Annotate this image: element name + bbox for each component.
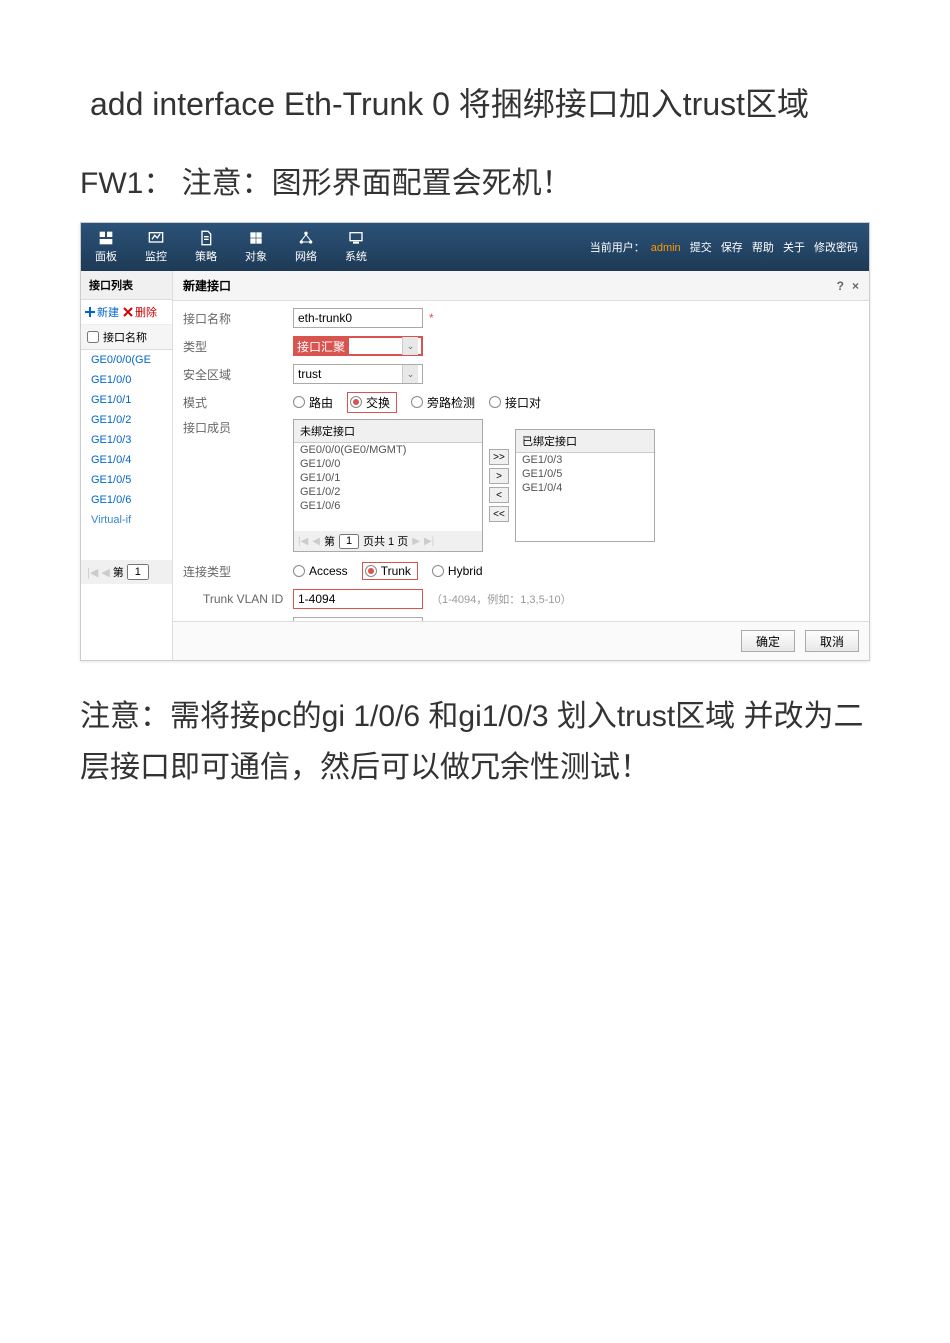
member-label: 接口成员 <box>183 419 293 436</box>
app-window: 面板 监控 策略 对象 网络 系统 <box>80 222 870 661</box>
list-item[interactable]: GE1/0/5 <box>516 467 654 481</box>
dashboard-icon <box>97 230 115 246</box>
current-user: admin <box>651 242 681 254</box>
top-nav: 面板 监控 策略 对象 网络 系统 <box>81 223 869 271</box>
conn-trunk[interactable]: Trunk <box>365 564 411 578</box>
x-icon <box>123 307 133 317</box>
sidebar-iface-ge101[interactable]: GE1/0/1 <box>81 390 172 410</box>
pager-prev-icon[interactable]: ◀ <box>312 536 320 547</box>
system-icon <box>347 230 365 246</box>
cancel-button[interactable]: 取消 <box>805 630 859 652</box>
nav-dashboard[interactable]: 面板 <box>81 226 131 268</box>
nav-chpwd[interactable]: 修改密码 <box>814 242 858 254</box>
unbound-listbox: 未绑定接口 GE0/0/0(GE0/MGMT) GE1/0/0 GE1/0/1 … <box>293 419 483 552</box>
trunk-vlan-hint: （1-4094，例如：1,3,5-10） <box>431 591 572 607</box>
delete-button[interactable]: 删除 <box>123 304 157 320</box>
iface-name-input[interactable] <box>293 308 423 328</box>
object-icon <box>247 230 265 246</box>
plus-icon <box>85 307 95 317</box>
sidebar-iface-ge105[interactable]: GE1/0/5 <box>81 470 172 490</box>
sidebar-pager: |◀ ◀ 第 <box>81 560 172 584</box>
sidebar-iface-ge104[interactable]: GE1/0/4 <box>81 450 172 470</box>
nav-commit[interactable]: 提交 <box>690 242 712 254</box>
mode-route[interactable]: 路由 <box>293 394 333 411</box>
move-left[interactable]: < <box>489 487 509 503</box>
network-icon <box>297 230 315 246</box>
doc-text-3: 注意：需将接pc的gi 1/0/6 和gi1/0/3 划入trust区域 并改为… <box>80 691 870 793</box>
mode-switch-highlight: 交换 <box>347 392 397 413</box>
modal-title: 新建接口 <box>183 277 231 294</box>
modal: 新建接口 ? × 接口名称 * 类型 接口汇聚 ⌄ <box>173 271 869 660</box>
conn-type-label: 连接类型 <box>183 563 293 580</box>
sidebar-page-input[interactable] <box>127 564 149 580</box>
conn-trunk-highlight: Trunk <box>362 562 418 580</box>
list-item[interactable]: GE1/0/1 <box>294 471 482 485</box>
nav-help[interactable]: 帮助 <box>752 242 774 254</box>
sidebar-col-header: 接口名称 <box>81 325 172 350</box>
required-icon: * <box>429 311 434 325</box>
left-page-input[interactable] <box>339 534 359 549</box>
close-icon[interactable]: × <box>852 279 859 293</box>
iface-name-label: 接口名称 <box>183 310 293 327</box>
mode-pair[interactable]: 接口对 <box>489 394 541 411</box>
policy-icon <box>197 230 215 246</box>
list-item[interactable]: GE0/0/0(GE0/MGMT) <box>294 443 482 457</box>
conn-access[interactable]: Access <box>293 564 348 578</box>
sidebar-title: 接口列表 <box>81 271 172 300</box>
pager-next-icon[interactable]: ▶ <box>412 536 420 547</box>
sidebar-iface-virtual[interactable]: Virtual-if <box>81 510 172 530</box>
monitor-icon <box>147 230 165 246</box>
list-item[interactable]: GE1/0/3 <box>516 453 654 467</box>
sidebar-iface-ge102[interactable]: GE1/0/2 <box>81 410 172 430</box>
trunk-vlan-label: Trunk VLAN ID <box>183 592 293 606</box>
move-all-right[interactable]: >> <box>489 449 509 465</box>
doc-text-2: FW1： 注意：图形界面配置会死机！ <box>80 158 870 202</box>
doc-text-1: add interface Eth-Trunk 0 将捆绑接口加入trust区域 <box>90 80 870 128</box>
select-all-checkbox[interactable] <box>87 331 99 343</box>
sidebar: 接口列表 新建 删除 接口名称 GE0/0/0(GE GE1/0/0 GE1/0… <box>81 271 173 660</box>
trunk-vlan-input[interactable] <box>293 589 423 609</box>
sidebar-iface-ge103[interactable]: GE1/0/3 <box>81 430 172 450</box>
nav-right: 当前用户：admin 提交 保存 帮助 关于 修改密码 <box>587 239 869 255</box>
move-right[interactable]: > <box>489 468 509 484</box>
nav-monitor[interactable]: 监控 <box>131 226 181 268</box>
default-vlan-label: Default VLAN ID <box>183 620 293 621</box>
type-select[interactable]: 接口汇聚 ⌄ <box>293 336 423 356</box>
list-item[interactable]: GE1/0/0 <box>294 457 482 471</box>
nav-network[interactable]: 网络 <box>281 226 331 268</box>
sidebar-iface-ge000[interactable]: GE0/0/0(GE <box>81 350 172 370</box>
nav-about[interactable]: 关于 <box>783 242 805 254</box>
list-item[interactable]: GE1/0/4 <box>516 481 654 495</box>
mode-switch[interactable]: 交换 <box>350 394 390 411</box>
bound-listbox: 已绑定接口 GE1/0/3 GE1/0/5 GE1/0/4 <box>515 429 655 542</box>
zone-label: 安全区域 <box>183 366 293 383</box>
pager-prev-icon[interactable]: ◀ <box>101 566 109 579</box>
nav-policy[interactable]: 策略 <box>181 226 231 268</box>
pager-last-icon[interactable]: ▶| <box>424 536 434 547</box>
move-all-left[interactable]: << <box>489 506 509 522</box>
ok-button[interactable]: 确定 <box>741 630 795 652</box>
pager-first-icon[interactable]: |◀ <box>298 536 308 547</box>
chevron-down-icon: ⌄ <box>402 365 418 383</box>
mode-label: 模式 <box>183 394 293 411</box>
list-item[interactable]: GE1/0/2 <box>294 485 482 499</box>
help-icon[interactable]: ? <box>837 279 844 293</box>
sidebar-iface-ge100[interactable]: GE1/0/0 <box>81 370 172 390</box>
nav-object[interactable]: 对象 <box>231 226 281 268</box>
zone-select[interactable]: trust ⌄ <box>293 364 423 384</box>
nav-save[interactable]: 保存 <box>721 242 743 254</box>
mode-bypass[interactable]: 旁路检测 <box>411 394 475 411</box>
list-item[interactable]: GE1/0/6 <box>294 499 482 513</box>
chevron-down-icon: ⌄ <box>402 337 418 355</box>
type-label: 类型 <box>183 338 293 355</box>
sidebar-iface-ge106[interactable]: GE1/0/6 <box>81 490 172 510</box>
default-vlan-input[interactable] <box>293 617 423 621</box>
add-button[interactable]: 新建 <box>85 304 119 320</box>
pager-first-icon[interactable]: |◀ <box>87 566 98 579</box>
nav-system[interactable]: 系统 <box>331 226 381 268</box>
conn-hybrid[interactable]: Hybrid <box>432 564 483 578</box>
